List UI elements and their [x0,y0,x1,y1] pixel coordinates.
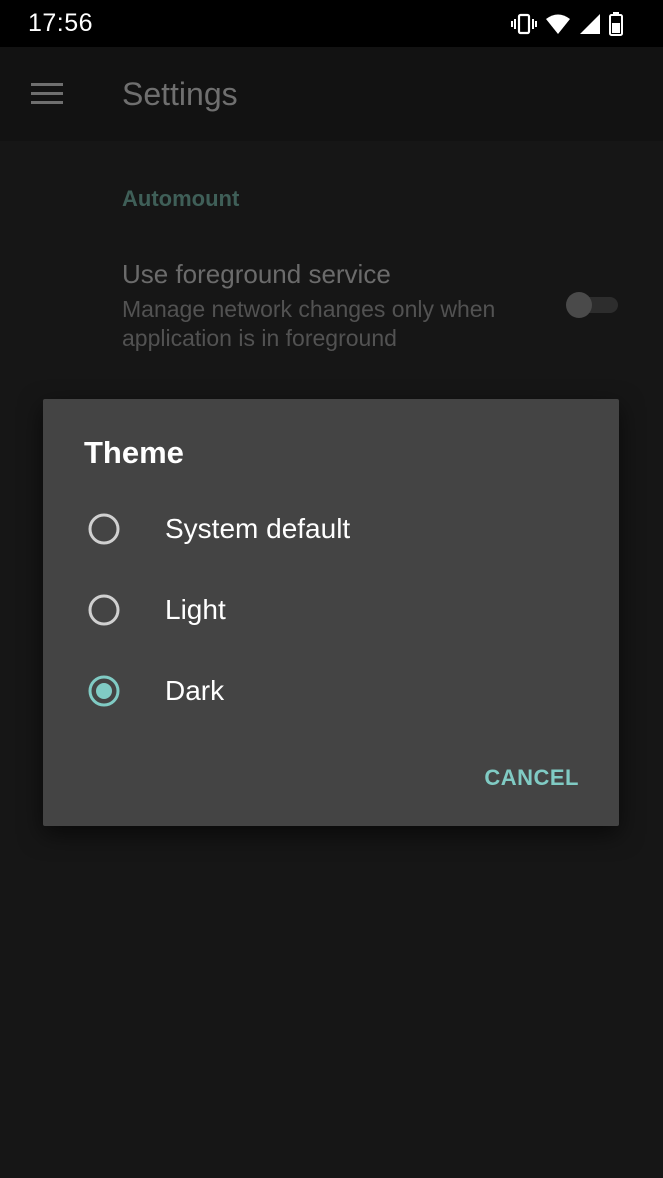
vibrate-icon [511,13,537,35]
status-bar: 17:56 [0,0,663,47]
theme-dialog: Theme System default Light Dark CANCEL [43,399,619,826]
option-dark[interactable]: Dark [43,653,619,729]
option-label: Light [165,594,226,625]
hamburger-menu-icon[interactable] [31,83,63,105]
page-title: Settings [122,76,238,112]
radio-checked-icon[interactable] [88,675,120,707]
option-system-default[interactable]: System default [43,491,619,567]
app-bar: Settings [0,47,663,141]
switch-thumb [566,292,592,318]
foreground-service-switch[interactable] [566,292,618,318]
option-light[interactable]: Light [43,572,619,648]
signal-icon [579,13,601,35]
radio-unchecked-icon[interactable] [88,594,120,626]
wifi-icon [545,13,571,35]
status-time: 17:56 [28,9,94,37]
screen: 17:56 Settings Automount Use foreground … [0,0,663,1178]
battery-icon [609,11,623,36]
preference-summary: Manage network changes only when applica… [122,296,496,351]
radio-unchecked-icon[interactable] [88,513,120,545]
preference-title: Use foreground service [122,259,391,289]
dialog-title: Theme [84,435,184,470]
option-label: Dark [165,675,225,706]
cancel-button[interactable]: CANCEL [484,765,579,791]
option-label: System default [165,513,351,544]
status-icons [511,10,623,37]
category-header: Automount [122,186,240,211]
